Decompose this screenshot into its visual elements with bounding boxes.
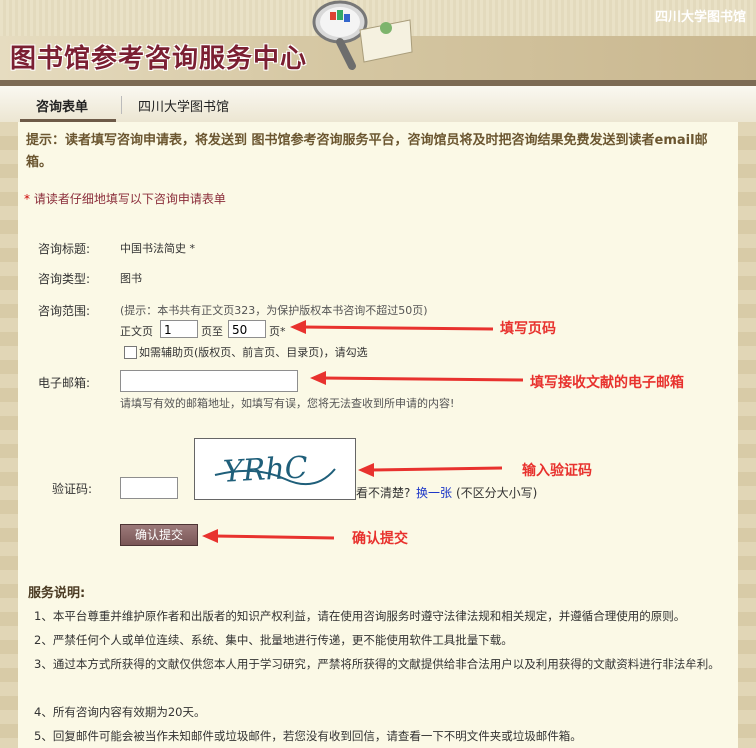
arrow-email-icon	[310, 371, 524, 385]
right-border-decoration	[738, 122, 756, 748]
page-from-input[interactable]: 1	[160, 320, 198, 338]
annotation-confirm-submit: 确认提交	[352, 531, 408, 547]
service-item-2: 2、严禁任何个人或单位连续、系统、集中、批量地进行传递，更不能使用软件工具批量下…	[34, 633, 513, 647]
service-item-1: 1、本平台尊重并维护原作者和出版者的知识产权利益，请在使用咨询服务时遵守法律法规…	[34, 609, 686, 623]
service-title: 服务说明:	[28, 586, 86, 601]
site-name[interactable]: 四川大学图书馆	[655, 6, 746, 25]
magnifier-books-icon	[312, 0, 413, 70]
arrow-submit-icon	[202, 529, 335, 543]
annotation-fill-pages: 填写页码	[500, 321, 556, 337]
email-input[interactable]	[120, 370, 298, 392]
notice-text: 请读者仔细地填写以下咨询申请表单	[30, 192, 226, 206]
type-label: 咨询类型:	[38, 272, 91, 286]
arrow-captcha-icon	[358, 463, 503, 477]
type-value: 图书	[120, 272, 142, 285]
service-item-5: 5、回复邮件可能会被当作未知邮件或垃圾邮件，若您没有收到回信，请查看一下不明文件…	[34, 729, 582, 743]
title-value: 中国书法简史 *	[120, 242, 195, 255]
captcha-unclear-text: 看不清楚?	[356, 486, 411, 500]
submit-button[interactable]: 确认提交	[120, 524, 198, 546]
annotation-fill-email: 填写接收文献的电子邮箱	[530, 375, 684, 391]
page-to-input[interactable]: 50	[228, 320, 266, 338]
nav-separator	[121, 96, 122, 114]
service-item-3: 3、通过本方式所获得的文献仅供您本人用于学习研究，严禁将所获得的文献提供给非合法…	[34, 657, 720, 671]
tab-consult-form[interactable]: 咨询表单	[36, 96, 88, 115]
captcha-case-note: (不区分大小写)	[456, 486, 538, 500]
service-item-4: 4、所有咨询内容有效期为20天。	[34, 705, 206, 719]
captcha-image[interactable]: YRhC	[194, 438, 356, 500]
aux-pages-checkbox[interactable]	[124, 346, 137, 359]
annotation-enter-captcha: 输入验证码	[522, 463, 592, 479]
header-banner: 图书馆参考咨询服务中心 四川大学图书馆	[0, 0, 756, 86]
tab-scu-library[interactable]: 四川大学图书馆	[138, 96, 229, 115]
captcha-input[interactable]	[120, 477, 178, 499]
content-panel: 提示：读者填写咨询申请表，将发送到 图书馆参考咨询服务平台，咨询馆员将及时把咨询…	[18, 122, 738, 748]
range-prefix: 正文页	[120, 325, 153, 338]
form-notice: * 请读者仔细地填写以下咨询申请表单	[24, 190, 226, 207]
tip-text: 提示：读者填写咨询申请表，将发送到 图书馆参考咨询服务平台，咨询馆员将及时把咨询…	[26, 133, 708, 170]
captcha-label: 验证码:	[52, 482, 93, 496]
arrow-pages-icon	[290, 320, 494, 334]
range-mid: 页至	[201, 325, 223, 338]
email-hint: 请填写有效的邮箱地址，如填写有误，您将无法查收到所申请的内容!	[120, 397, 455, 410]
email-label: 电子邮箱:	[38, 376, 91, 390]
left-border-decoration	[0, 122, 18, 748]
range-suffix: 页*	[269, 325, 286, 338]
nav-bar: 咨询表单 四川大学图书馆	[0, 86, 756, 123]
range-hint: (提示：本书共有正文页323，为保护版权本书咨询不超过50页)	[120, 304, 428, 317]
aux-pages-label: 如需辅助页(版权页、前言页、目录页)，请勾选	[139, 346, 368, 359]
page-title: 图书馆参考咨询服务中心	[10, 44, 308, 74]
captcha-refresh-link[interactable]: 换一张	[416, 484, 452, 501]
captcha-graphic: YRhC	[214, 450, 336, 490]
range-label: 咨询范围:	[38, 304, 91, 318]
title-label: 咨询标题:	[38, 242, 91, 256]
